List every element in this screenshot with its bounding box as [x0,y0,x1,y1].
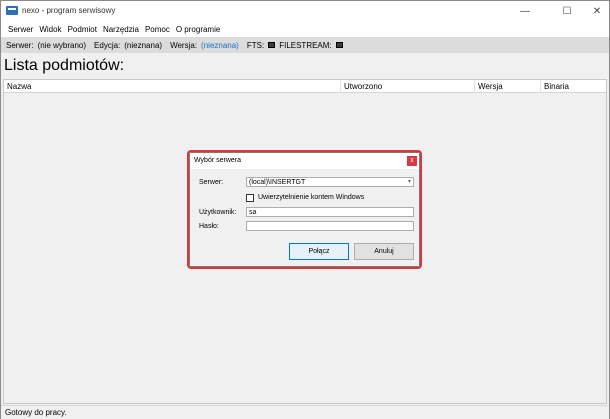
menu-o-programie[interactable]: O programie [173,25,223,34]
filestream-indicator [335,42,343,48]
chevron-down-icon[interactable]: ▾ [408,178,411,187]
connect-button[interactable]: Połącz [289,243,349,260]
dialog-close-button[interactable]: x [407,156,417,166]
column-header-binaria[interactable]: Binaria [541,80,606,93]
title-bar: nexo - program serwisowy — ☐ ✕ [1,1,609,21]
window-title: nexo - program serwisowy [22,6,116,15]
column-header-utworzono[interactable]: Utworzono [341,80,475,93]
edition-label: Edycja: [94,40,121,50]
windows-auth-label: Uwierzytelnienie kontem Windows [258,194,365,201]
minimize-button[interactable]: — [509,1,541,21]
dialog-title-bar: Wybór serwera x [190,153,419,169]
status-bar: Gotowy do pracy. [1,405,609,419]
close-window-button[interactable]: ✕ [581,1,610,21]
menu-bar: Serwer Widok Podmiot Narzędzia Pomoc O p… [1,21,609,37]
menu-narzedzia[interactable]: Narzędzia [100,25,142,34]
fts-label: FTS: [246,40,265,50]
maximize-button[interactable]: ☐ [551,1,583,21]
list-header: Nazwa Utworzono Wersja Binaria [4,80,606,93]
server-combobox[interactable]: (local)\INSERTGT ▾ [246,177,414,187]
server-value: (nie wybrano) [37,40,87,50]
app-logo-icon [6,6,18,15]
server-info-bar: Serwer: (nie wybrano) Edycja: (nieznana)… [1,37,609,53]
password-input[interactable] [246,221,414,231]
filestream-label: FILESTREAM: [279,40,332,50]
menu-pomoc[interactable]: Pomoc [142,25,173,34]
page-title: Lista podmiotów: [4,57,125,74]
windows-auth-checkbox[interactable] [246,194,254,202]
user-field-label: Użytkownik: [199,209,237,216]
menu-serwer[interactable]: Serwer [5,25,36,34]
version-value: (nieznana) [201,40,239,50]
dialog-title: Wybór serwera [194,157,242,164]
version-label: Wersja: [170,40,198,50]
cancel-button[interactable]: Anuluj [354,243,414,260]
user-input[interactable]: sa [246,207,414,217]
server-select-dialog: Wybór serwera x Serwer: (local)\INSERTGT… [189,152,420,267]
password-field-label: Hasło: [199,223,219,230]
menu-podmiot[interactable]: Podmiot [65,25,100,34]
server-combobox-value: (local)\INSERTGT [249,179,306,186]
edition-value: (nieznana) [124,40,163,50]
menu-widok[interactable]: Widok [36,25,64,34]
column-header-nazwa[interactable]: Nazwa [4,80,341,93]
server-label: Serwer: [6,40,34,50]
server-field-label: Serwer: [199,179,224,186]
fts-indicator [268,42,276,48]
column-header-wersja[interactable]: Wersja [475,80,541,93]
